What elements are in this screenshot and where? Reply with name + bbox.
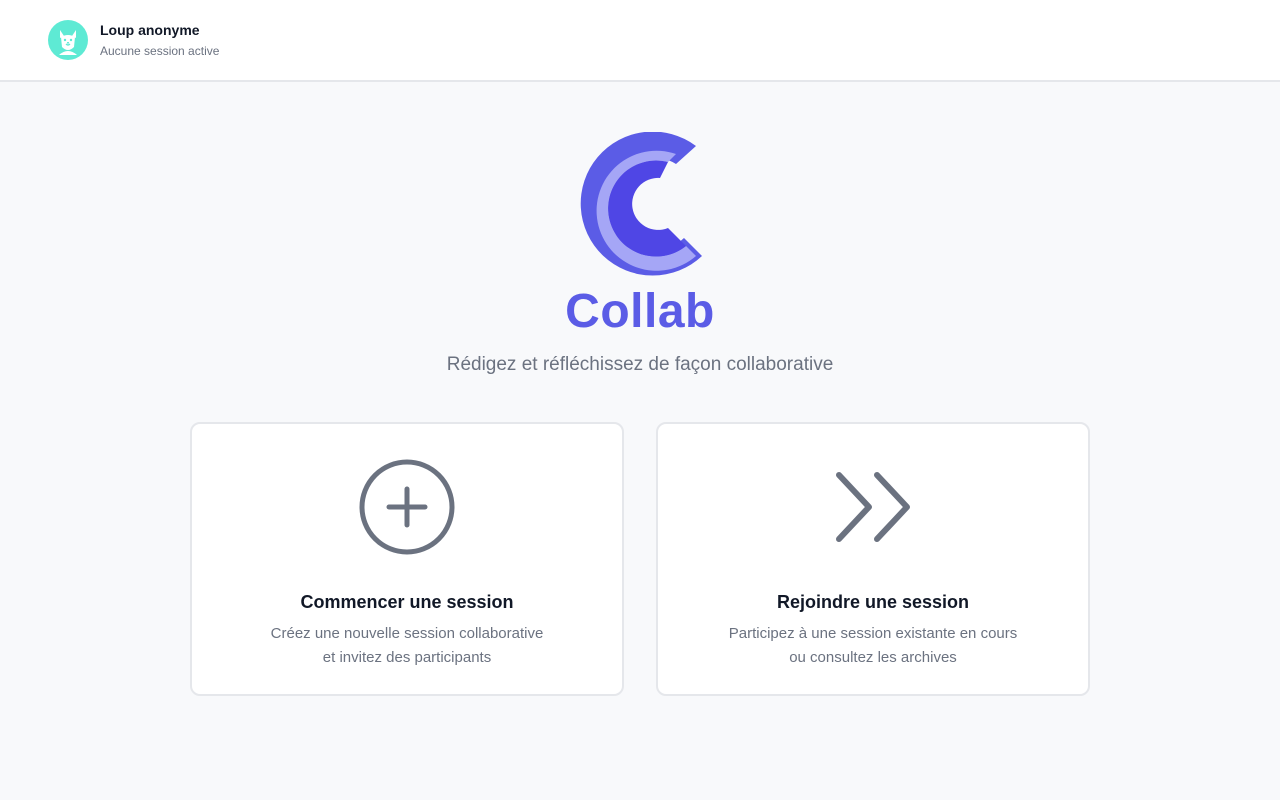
wolf-icon [59,30,77,55]
session-options: Commencer une session Créez une nouvelle… [190,422,1090,696]
card-icon-wrapper [358,458,456,556]
user-avatar[interactable] [48,20,88,60]
session-status: Aucune session active [100,44,220,58]
join-session-description-line1: Participez à une session existante en co… [728,625,1018,642]
plus-circle-icon [359,459,455,555]
top-bar: Loup anonyme Aucune session active [0,0,1280,82]
brand-name: Collab [565,285,715,338]
double-chevron-right-icon [836,472,910,542]
user-info: Loup anonyme Aucune session active [100,21,219,59]
collab-logo-icon [580,132,702,276]
brand-tagline: Rédigez et réfléchissez de façon collabo… [446,354,834,375]
join-session-description-line2: ou consultez les archives [789,649,957,666]
user-name: Loup anonyme [100,22,200,38]
start-session-title: Commencer une session [300,592,514,612]
card-icon-wrapper [824,458,922,556]
start-session-description: Créez une nouvelle session collaborative… [271,622,544,670]
join-session-card[interactable]: Rejoindre une session Participez à une s… [656,422,1090,696]
start-session-description-line1: Créez une nouvelle session collaborative [270,625,544,642]
start-session-card[interactable]: Commencer une session Créez une nouvelle… [190,422,624,696]
start-session-description-line2: et invitez des participants [322,649,492,666]
home-main: Collab Rédigez et réfléchissez de façon … [0,84,1280,800]
join-session-title: Rejoindre une session [776,592,970,612]
join-session-description: Participez à une session existante en co… [729,622,1018,670]
